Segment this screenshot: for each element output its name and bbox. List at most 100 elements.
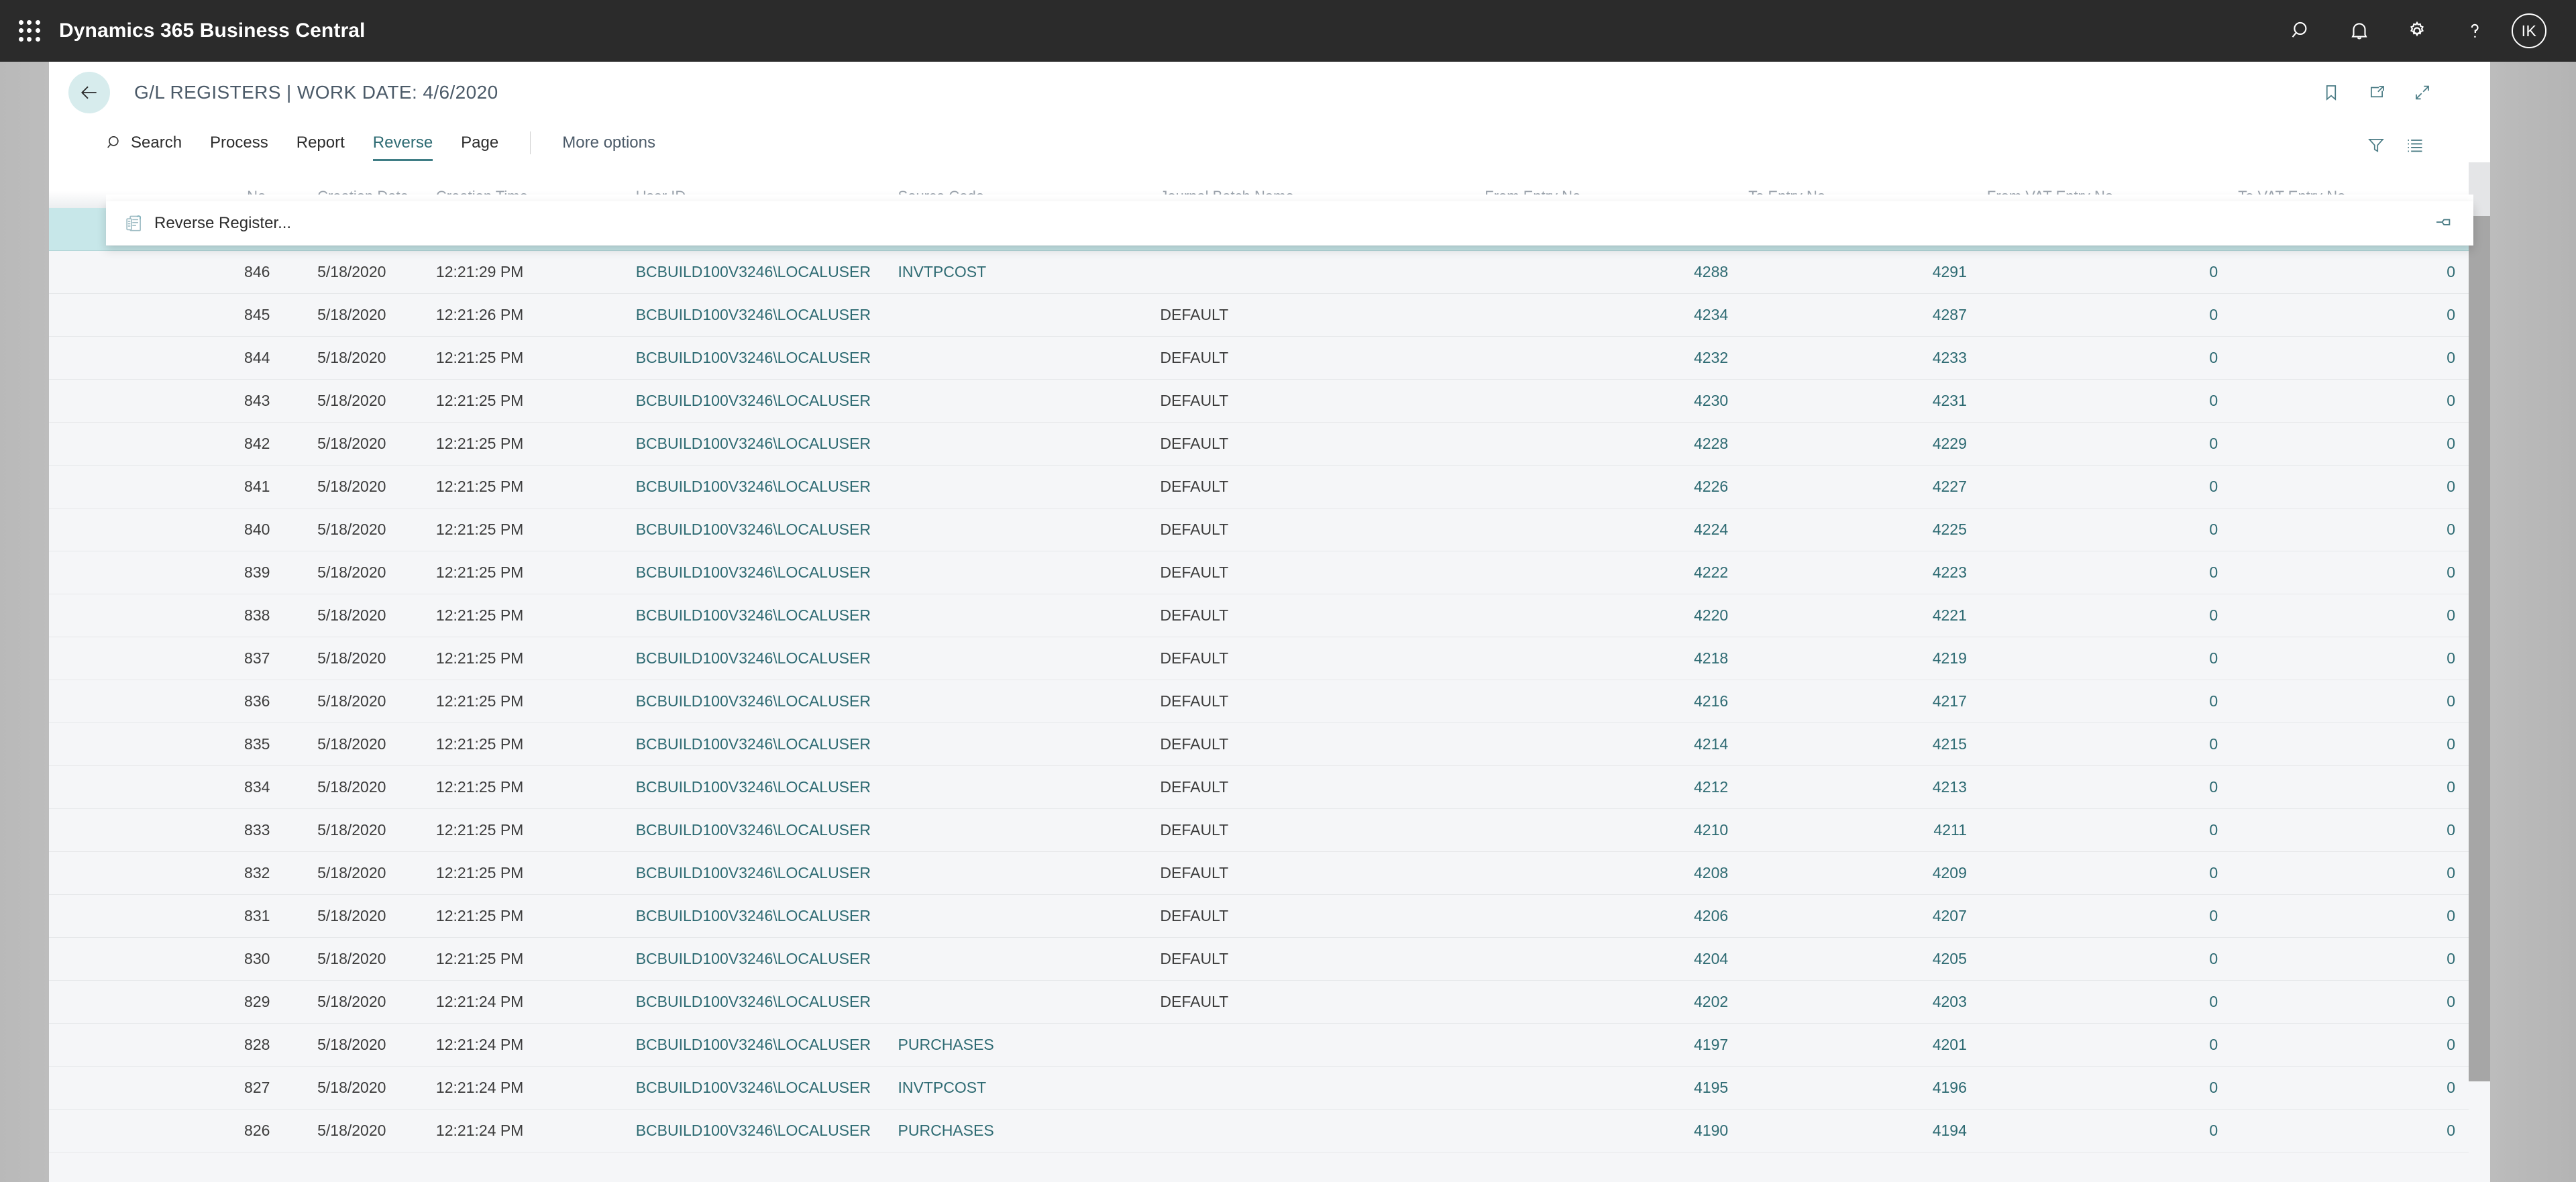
table-row[interactable]: 838 5/18/2020 12:21:25 PM BCBUILD100V3246\L… — [49, 594, 2490, 637]
page-scrollbar[interactable] — [2490, 62, 2576, 1182]
app-bar-actions: IK — [2273, 0, 2576, 62]
table-row[interactable]: 846 5/18/2020 12:21:29 PM BCBUILD100V3246\L… — [49, 251, 2490, 294]
cell-no: 829 — [244, 993, 270, 1010]
cell-creation-date: 5/18/2020 — [317, 993, 386, 1010]
filter-icon[interactable] — [2359, 127, 2394, 162]
cell-creation-time: 12:21:25 PM — [435, 864, 524, 881]
help-question-icon[interactable] — [2446, 0, 2504, 62]
cell-from-entry-no: 4202 — [1694, 993, 1729, 1010]
cell-to-entry-no: 4219 — [1932, 649, 1967, 667]
cell-to-entry-no: 4194 — [1932, 1122, 1967, 1139]
table-row[interactable]: 831 5/18/2020 12:21:25 PM BCBUILD100V3246\L… — [49, 895, 2490, 938]
cell-user-id: BCBUILD100V3246\LOCALUSER — [635, 821, 871, 839]
cell-creation-date: 5/18/2020 — [317, 392, 386, 409]
cell-to-entry-no: 4209 — [1932, 864, 1967, 881]
cell-to-entry-no: 4291 — [1932, 263, 1967, 280]
ribbon-item-process[interactable]: Process — [196, 123, 282, 162]
cell-journal-batch-name: DEFAULT — [1160, 692, 1229, 710]
table-row[interactable]: 835 5/18/2020 12:21:25 PM BCBUILD100V3246\L… — [49, 723, 2490, 766]
table-row[interactable]: 826 5/18/2020 12:21:24 PM BCBUILD100V3246\L… — [49, 1110, 2490, 1152]
bookmark-icon[interactable] — [2313, 74, 2349, 111]
cell-from-entry-no: 4190 — [1694, 1122, 1729, 1139]
ribbon-item-report[interactable]: Report — [282, 123, 359, 162]
ribbon-item-label: Search — [131, 133, 182, 152]
table-scrollbar-thumb[interactable] — [2469, 216, 2490, 1081]
table-row[interactable]: 827 5/18/2020 12:21:24 PM BCBUILD100V3246\L… — [49, 1067, 2490, 1110]
back-arrow-icon[interactable] — [68, 72, 110, 113]
cell-creation-time: 12:21:25 PM — [435, 435, 524, 452]
cell-user-id: BCBUILD100V3246\LOCALUSER — [635, 263, 871, 280]
avatar-initials: IK — [2521, 21, 2537, 40]
cell-creation-time: 12:21:24 PM — [435, 993, 524, 1010]
cell-no: 836 — [244, 692, 270, 710]
cell-from-vat-entry-no: 0 — [2209, 692, 2218, 710]
cell-to-vat-entry-no: 0 — [2447, 521, 2456, 538]
cell-from-vat-entry-no: 0 — [2209, 606, 2218, 624]
ribbon-item-search[interactable]: Search — [106, 123, 196, 162]
cell-journal-batch-name: DEFAULT — [1160, 306, 1229, 323]
cell-to-vat-entry-no: 0 — [2447, 821, 2456, 839]
cell-user-id: BCBUILD100V3246\LOCALUSER — [635, 1122, 871, 1139]
cell-creation-date: 5/18/2020 — [317, 435, 386, 452]
cell-creation-date: 5/18/2020 — [317, 563, 386, 581]
cell-no: 833 — [244, 821, 270, 839]
cell-to-entry-no: 4287 — [1932, 306, 1967, 323]
search-icon[interactable] — [2273, 0, 2330, 62]
app-launcher-icon[interactable] — [15, 16, 44, 46]
cell-to-vat-entry-no: 0 — [2447, 1079, 2456, 1096]
table-row[interactable]: 836 5/18/2020 12:21:25 PM BCBUILD100V3246\L… — [49, 680, 2490, 723]
registers-table: No. Creation Date Creation Time User ID … — [49, 162, 2490, 1182]
list-view-icon[interactable] — [2398, 127, 2432, 162]
cell-journal-batch-name: DEFAULT — [1160, 392, 1229, 409]
cell-from-entry-no: 4228 — [1694, 435, 1729, 452]
cell-from-entry-no: 4226 — [1694, 478, 1729, 495]
collapse-icon[interactable] — [2404, 74, 2440, 111]
cell-from-entry-no: 4210 — [1694, 821, 1729, 839]
cell-user-id: BCBUILD100V3246\LOCALUSER — [635, 306, 871, 323]
table-row[interactable]: 845 5/18/2020 12:21:26 PM BCBUILD100V3246\L… — [49, 294, 2490, 337]
cell-journal-batch-name: DEFAULT — [1160, 864, 1229, 881]
cell-no: 830 — [244, 950, 270, 967]
cell-no: 838 — [244, 606, 270, 624]
cell-user-id: BCBUILD100V3246\LOCALUSER — [635, 349, 871, 366]
cell-to-vat-entry-no: 0 — [2447, 649, 2456, 667]
pin-icon[interactable] — [2433, 213, 2473, 233]
cell-user-id: BCBUILD100V3246\LOCALUSER — [635, 1079, 871, 1096]
table-row[interactable]: 832 5/18/2020 12:21:25 PM BCBUILD100V3246\L… — [49, 852, 2490, 895]
cell-to-entry-no: 4196 — [1932, 1079, 1967, 1096]
table-row[interactable]: 833 5/18/2020 12:21:25 PM BCBUILD100V3246\L… — [49, 809, 2490, 852]
table-row[interactable]: 841 5/18/2020 12:21:25 PM BCBUILD100V3246\L… — [49, 466, 2490, 508]
cell-to-vat-entry-no: 0 — [2447, 435, 2456, 452]
cell-creation-time: 12:21:26 PM — [435, 306, 524, 323]
cell-to-vat-entry-no: 0 — [2447, 864, 2456, 881]
table-row[interactable]: 830 5/18/2020 12:21:25 PM BCBUILD100V3246\L… — [49, 938, 2490, 981]
cell-source-code: INVTPCOST — [898, 1079, 987, 1096]
cell-user-id: BCBUILD100V3246\LOCALUSER — [635, 1036, 871, 1053]
notifications-bell-icon[interactable] — [2330, 0, 2388, 62]
reverse-register-menu-item[interactable]: Reverse Register... — [106, 213, 291, 233]
table-row[interactable]: 844 5/18/2020 12:21:25 PM BCBUILD100V3246\L… — [49, 337, 2490, 380]
cell-creation-date: 5/18/2020 — [317, 649, 386, 667]
table-row[interactable]: 828 5/18/2020 12:21:24 PM BCBUILD100V3246\L… — [49, 1024, 2490, 1067]
open-in-new-window-icon[interactable] — [2359, 74, 2395, 111]
cell-no: 841 — [244, 478, 270, 495]
settings-gear-icon[interactable] — [2388, 0, 2446, 62]
left-gutter — [0, 62, 49, 1182]
cell-no: 835 — [244, 735, 270, 753]
table-row[interactable]: 829 5/18/2020 12:21:24 PM BCBUILD100V3246\L… — [49, 981, 2490, 1024]
ribbon-item-more-options[interactable]: More options — [548, 123, 669, 162]
table-row[interactable]: 840 5/18/2020 12:21:25 PM BCBUILD100V3246\L… — [49, 508, 2490, 551]
cell-from-vat-entry-no: 0 — [2209, 563, 2218, 581]
table-row[interactable]: 839 5/18/2020 12:21:25 PM BCBUILD100V3246\L… — [49, 551, 2490, 594]
table-row[interactable]: 843 5/18/2020 12:21:25 PM BCBUILD100V3246\L… — [49, 380, 2490, 423]
cell-no: 837 — [244, 649, 270, 667]
ribbon-item-page[interactable]: Page — [447, 123, 513, 162]
ribbon-item-reverse[interactable]: Reverse — [359, 123, 447, 162]
table-row[interactable]: 834 5/18/2020 12:21:25 PM BCBUILD100V3246\L… — [49, 766, 2490, 809]
cell-no: 828 — [244, 1036, 270, 1053]
table-row[interactable]: 837 5/18/2020 12:21:25 PM BCBUILD100V3246\L… — [49, 637, 2490, 680]
cell-creation-date: 5/18/2020 — [317, 821, 386, 839]
table-row[interactable]: 842 5/18/2020 12:21:25 PM BCBUILD100V3246\L… — [49, 423, 2490, 466]
avatar[interactable]: IK — [2512, 13, 2546, 48]
cell-user-id: BCBUILD100V3246\LOCALUSER — [635, 521, 871, 538]
